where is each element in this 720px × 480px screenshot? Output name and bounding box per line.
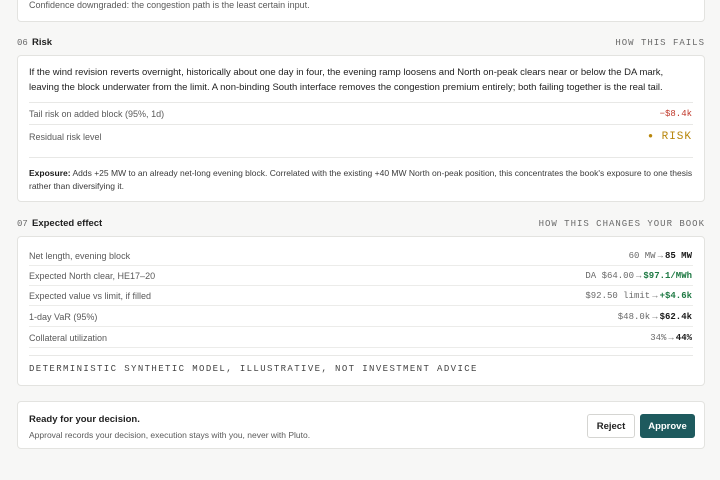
- arrow-right-icon: →: [657, 251, 663, 261]
- residual-risk-label: Residual risk level: [29, 132, 102, 142]
- before-value: $48.0k: [617, 312, 651, 322]
- section-number: 06: [17, 38, 28, 48]
- divider: [29, 355, 693, 356]
- effect-row-value: DA $64.00 → $97.1/MWh: [585, 271, 692, 281]
- exposure-paragraph: Exposure: Adds +25 MW to an already net-…: [29, 167, 693, 193]
- effect-row: Expected North clear, HE17–20 DA $64.00 →…: [29, 266, 693, 286]
- effect-row-value: 60 MW → 85 MW: [629, 251, 692, 261]
- risk-card: If the wind revision reverts overnight, …: [17, 55, 705, 202]
- exposure-label: Exposure:: [29, 168, 71, 178]
- after-value: $62.4k: [659, 312, 692, 322]
- section-title: Expected effect: [32, 218, 103, 229]
- after-value: $97.1/MWh: [643, 271, 692, 281]
- section-subtitle: HOW THIS CHANGES YOUR BOOK: [538, 219, 705, 229]
- before-value: 34%: [650, 333, 667, 343]
- arrow-right-icon: →: [652, 312, 658, 322]
- section-title: Risk: [32, 37, 53, 48]
- decision-subtitle: Approval records your decision, executio…: [29, 430, 311, 440]
- residual-risk-value: RISK: [661, 131, 692, 143]
- decision-title: Ready for your decision.: [29, 414, 140, 425]
- section-number: 07: [17, 219, 28, 229]
- effect-row: Collateral utilization 34% → 44%: [29, 328, 693, 348]
- divider: [29, 124, 693, 125]
- effect-row-label: Expected value vs limit, if filled: [29, 291, 152, 301]
- disclaimer: DETERMINISTIC SYNTHETIC MODEL, ILLUSTRAT…: [29, 364, 478, 374]
- after-value: +$4.6k: [659, 291, 692, 301]
- arrow-right-icon: →: [668, 333, 674, 343]
- effect-row-label: Collateral utilization: [29, 333, 108, 343]
- dot-icon: ●: [648, 132, 654, 141]
- after-value: 44%: [675, 333, 692, 343]
- previous-section-card: Confidence downgraded: the congestion pa…: [17, 0, 705, 22]
- effect-row-value: $48.0k → $62.4k: [618, 312, 692, 322]
- reject-button[interactable]: Reject: [587, 414, 635, 438]
- effect-row-label: Net length, evening block: [29, 251, 131, 261]
- risk-paragraph: If the wind revision reverts overnight, …: [29, 67, 664, 93]
- effect-row-label: 1-day VaR (95%): [29, 312, 98, 322]
- divider: [29, 102, 693, 103]
- section-subtitle: HOW THIS FAILS: [615, 38, 705, 48]
- approve-button[interactable]: Approve: [640, 414, 695, 438]
- effect-row: Net length, evening block 60 MW → 85 MW: [29, 246, 693, 266]
- expected-effect-card: Net length, evening block 60 MW → 85 MW Ex…: [17, 236, 705, 386]
- residual-risk-badge: ● RISK: [648, 131, 692, 143]
- effect-section-header: 07 Expected effect HOW THIS CHANGES YOUR…: [17, 218, 705, 232]
- effect-row-label: Expected North clear, HE17–20: [29, 271, 156, 281]
- risk-section-header: 06 Risk HOW THIS FAILS: [17, 37, 705, 51]
- arrow-right-icon: →: [635, 271, 642, 281]
- divider: [29, 157, 693, 158]
- tail-risk-value: −$8.4k: [659, 109, 692, 119]
- effect-row: 1-day VaR (95%) $48.0k → $62.4k: [29, 307, 693, 327]
- before-value: DA $64.00: [585, 271, 634, 281]
- before-value: 60 MW: [628, 251, 656, 261]
- tail-risk-label: Tail risk on added block (95%, 1d): [29, 109, 165, 119]
- exposure-text: Adds +25 MW to an already net-long eveni…: [29, 168, 693, 191]
- after-value: 85 MW: [664, 251, 692, 261]
- decision-card: Ready for your decision. Approval record…: [17, 401, 705, 449]
- before-value: $92.50 limit: [585, 291, 651, 301]
- confidence-note: Confidence downgraded: the congestion pa…: [29, 0, 310, 10]
- arrow-right-icon: →: [652, 291, 658, 301]
- effect-row-value: 34% → 44%: [650, 333, 692, 343]
- effect-row-value: $92.50 limit → +$4.6k: [585, 291, 692, 301]
- effect-row: Expected value vs limit, if filled $92.5…: [29, 286, 693, 306]
